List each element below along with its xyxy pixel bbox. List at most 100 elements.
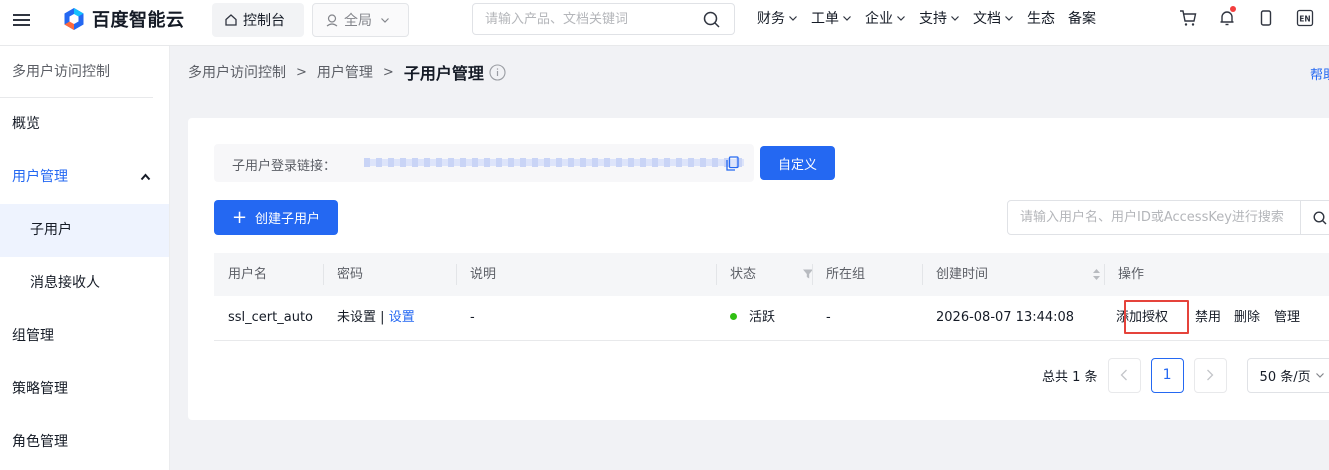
manage-link[interactable]: 管理 xyxy=(1274,296,1300,340)
page-button-current[interactable]: 1 xyxy=(1150,357,1184,393)
set-password-link[interactable]: 设置 xyxy=(389,310,415,325)
region-label: 全局 xyxy=(344,13,372,29)
chevron-down-icon xyxy=(381,18,389,23)
language-en-icon[interactable]: EN xyxy=(1295,8,1315,28)
copy-icon[interactable] xyxy=(726,156,739,171)
column-header-status: 状态 xyxy=(730,267,757,282)
top-nav-item[interactable]: 文档 xyxy=(973,8,1014,28)
chevron-down-icon xyxy=(789,16,797,21)
sidebar-item-label: 用户管理 xyxy=(12,169,68,185)
sidebar: 多用户访问控制 概览 用户管理 子用户 消息接收人 组管理 策略管理 角色管理 xyxy=(0,46,170,470)
sidebar-item-user-management[interactable]: 用户管理 xyxy=(0,151,169,204)
delete-link[interactable]: 删除 xyxy=(1234,296,1260,340)
description-cell: - xyxy=(470,310,475,325)
column-header-created-time: 创建时间 xyxy=(936,267,989,282)
breadcrumb-item-iam[interactable]: 多用户访问控制 xyxy=(188,62,286,82)
login-link-label: 子用户登录链接： xyxy=(232,159,337,174)
column-header-username: 用户名 xyxy=(228,267,268,282)
column-header-password: 密码 xyxy=(337,267,364,282)
top-nav-label: 生态 xyxy=(1027,11,1055,27)
sidebar-item-policy-management[interactable]: 策略管理 xyxy=(0,363,169,416)
create-sub-user-button[interactable]: + 创建子用户 xyxy=(214,200,338,235)
status-cell: 活跃 xyxy=(716,296,775,340)
help-link[interactable]: 帮助 xyxy=(1310,64,1329,83)
breadcrumb-separator-icon: > xyxy=(382,64,394,80)
top-bar: 百度智能云 控制台 全局 财务 工单 企业 支持 文档 生态备案 EN xyxy=(0,0,1329,46)
menu-icon[interactable] xyxy=(12,11,32,31)
created-time-cell: 2026-08-07 13:44:08 xyxy=(936,310,1075,325)
pagination: 总共 1 条 1 50 条/页 xyxy=(1042,357,1329,393)
sidebar-item-sub-users[interactable]: 子用户 xyxy=(0,204,169,257)
global-search-input[interactable] xyxy=(485,4,695,34)
top-nav-label: 支持 xyxy=(919,11,947,27)
top-nav-label: 财务 xyxy=(757,11,785,27)
brand-logo[interactable]: 百度智能云 xyxy=(62,6,185,32)
next-page-button[interactable] xyxy=(1193,357,1227,393)
username-link[interactable]: ssl_cert_auto xyxy=(214,296,313,340)
page-size-select[interactable]: 50 条/页 xyxy=(1246,357,1329,393)
top-nav-item[interactable]: 支持 xyxy=(919,8,960,28)
highlight-box xyxy=(1124,300,1189,334)
notification-dot xyxy=(1230,6,1236,12)
top-nav-item[interactable]: 财务 xyxy=(757,8,798,28)
breadcrumb-item-user-management[interactable]: 用户管理 xyxy=(317,62,373,82)
top-nav-label: 企业 xyxy=(865,11,893,27)
mobile-icon[interactable] xyxy=(1256,8,1276,28)
group-cell: - xyxy=(826,310,831,325)
content-card: 子用户登录链接： 自定义 + 创建子用户 用户名 密码 说明 状态 所在组 xyxy=(188,118,1329,420)
disable-link[interactable]: 禁用 xyxy=(1195,296,1221,340)
top-nav-label: 备案 xyxy=(1068,11,1096,27)
top-nav: 财务 工单 企业 支持 文档 生态 备案 xyxy=(757,0,1109,36)
column-header-actions: 操作 xyxy=(1118,267,1145,282)
chevron-down-icon xyxy=(1005,16,1013,21)
search-icon[interactable] xyxy=(703,11,720,28)
status-label: 活跃 xyxy=(749,310,776,325)
chevron-down-icon xyxy=(1315,373,1324,378)
bell-icon[interactable] xyxy=(1217,6,1237,28)
cart-icon[interactable] xyxy=(1178,8,1198,28)
sidebar-item-overview[interactable]: 概览 xyxy=(0,98,169,151)
password-cell: 未设置 | 设置 xyxy=(323,296,415,340)
sidebar-item-role-management[interactable]: 角色管理 xyxy=(0,416,169,469)
breadcrumb: 多用户访问控制 > 用户管理 > 子用户管理 xyxy=(188,60,506,84)
column-header-description: 说明 xyxy=(470,267,497,282)
chevron-up-icon xyxy=(140,173,151,181)
create-sub-user-label: 创建子用户 xyxy=(255,212,321,227)
console-label: 控制台 xyxy=(243,13,285,29)
top-nav-item[interactable]: 备案 xyxy=(1068,8,1096,28)
top-nav-label: 工单 xyxy=(811,11,839,27)
chevron-left-icon xyxy=(1120,369,1128,381)
baidu-cloud-logo-icon xyxy=(64,8,84,30)
user-search-button[interactable] xyxy=(1300,201,1329,234)
sub-user-table: 用户名 密码 说明 状态 所在组 创建时间 操作 ssl_cert_auto 未… xyxy=(214,253,1329,341)
top-nav-item[interactable]: 生态 xyxy=(1027,8,1055,28)
top-nav-item[interactable]: 工单 xyxy=(811,8,852,28)
region-selector[interactable]: 全局 xyxy=(312,3,409,37)
table-header: 用户名 密码 说明 状态 所在组 创建时间 操作 xyxy=(214,253,1329,296)
chevron-down-icon xyxy=(951,16,959,21)
sidebar-item-message-receivers[interactable]: 消息接收人 xyxy=(0,257,169,310)
home-icon xyxy=(225,14,237,26)
location-icon xyxy=(326,14,338,27)
page-title: 子用户管理 xyxy=(403,64,484,83)
login-url-blurred xyxy=(364,157,744,168)
brand-name: 百度智能云 xyxy=(92,10,185,31)
global-search[interactable] xyxy=(472,3,735,35)
breadcrumb-separator-icon: > xyxy=(296,64,307,80)
user-search-input[interactable] xyxy=(1020,201,1290,234)
info-icon[interactable] xyxy=(489,63,506,81)
top-nav-item[interactable]: 企业 xyxy=(865,8,906,28)
sidebar-item-group-management[interactable]: 组管理 xyxy=(0,310,169,363)
customize-button[interactable]: 自定义 xyxy=(760,146,835,180)
search-icon xyxy=(1313,211,1327,225)
password-status: 未设置 xyxy=(337,310,377,325)
table-row: ssl_cert_auto 未设置 | 设置 - 活跃 - 2026-08-07… xyxy=(214,296,1329,341)
console-button[interactable]: 控制台 xyxy=(212,3,304,37)
status-active-dot xyxy=(730,313,737,320)
total-count: 总共 1 条 xyxy=(1042,369,1098,385)
prev-page-button[interactable] xyxy=(1107,357,1141,393)
password-separator: | xyxy=(380,310,385,325)
sort-icon[interactable] xyxy=(1092,267,1101,282)
sidebar-title: 多用户访问控制 xyxy=(0,46,153,98)
plus-icon: + xyxy=(231,206,248,228)
